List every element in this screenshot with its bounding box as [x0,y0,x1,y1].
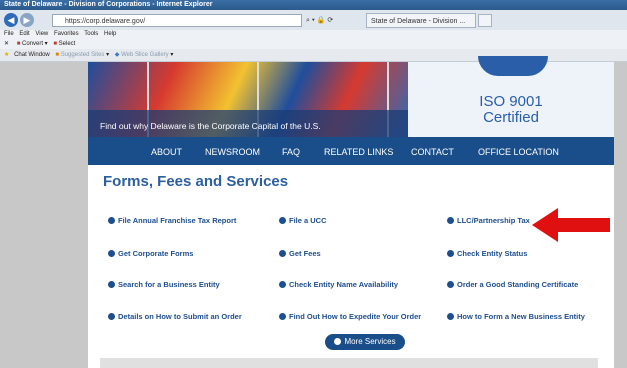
service-link-good-standing[interactable]: Order a Good Standing Certificate [447,280,578,289]
nav-contact[interactable]: CONTACT [411,147,454,157]
back-icon[interactable]: ◀ [4,13,18,27]
new-tab-button[interactable] [478,14,492,27]
menu-view[interactable]: View [35,31,48,37]
service-label: Find Out How to Expedite Your Order [289,312,422,321]
web-slice-icon: ◆ [114,52,120,58]
more-services-button[interactable]: More Services [325,334,405,350]
service-link-submit-order[interactable]: Details on How to Submit an Order [108,312,242,321]
service-label: Check Entity Status [457,249,528,258]
service-label: LLC/Partnership Tax [457,216,530,225]
select-button[interactable]: Select [59,41,76,47]
service-link-get-fees[interactable]: Get Fees [279,249,321,258]
service-label: Check Entity Name Availability [289,280,399,289]
service-link-file-ucc[interactable]: File a UCC [279,216,327,225]
arrow-circle-icon [447,217,454,224]
web-slice-gallery-link[interactable]: Web Slice Gallery [121,52,169,58]
menu-help[interactable]: Help [104,31,116,37]
service-label: Search for a Business Entity [118,280,220,289]
service-label: File Annual Franchise Tax Report [118,216,237,225]
service-label: File a UCC [289,216,327,225]
menu-edit[interactable]: Edit [19,31,29,37]
service-link-corporate-forms[interactable]: Get Corporate Forms [108,249,193,258]
convert-icon: ✕ [4,41,10,47]
command-bar: ✕ ■ Convert ▾ ■ Select [0,39,627,49]
browser-tab[interactable]: State of Delaware - Division ... [366,13,476,28]
footer-band [100,358,598,368]
arrow-circle-icon [279,313,286,320]
banner-caption[interactable]: Find out why Delaware is the Corporate C… [100,121,321,131]
service-label: Order a Good Standing Certificate [457,280,579,289]
arrow-circle-icon [108,313,115,320]
service-link-search-entity[interactable]: Search for a Business Entity [108,280,220,289]
favorites-star-icon: ★ [4,52,10,58]
menu-favorites[interactable]: Favorites [54,31,79,37]
chat-window-link[interactable]: Chat Window [14,52,50,58]
service-link-name-availability[interactable]: Check Entity Name Availability [279,280,398,289]
address-bar[interactable]: https://corp.delaware.gov/ [52,14,302,27]
iso-certified: Certified [483,109,539,126]
nav-office-location[interactable]: OFFICE LOCATION [478,147,559,157]
select-icon: ■ [53,41,57,47]
arrow-circle-icon [108,217,115,224]
nav-about[interactable]: ABOUT [151,147,182,157]
arrow-circle-icon [108,250,115,257]
arrow-circle-icon [279,217,286,224]
service-link-entity-status[interactable]: Check Entity Status [447,249,527,258]
convert-button[interactable]: Convert [22,41,43,47]
service-label: Details on How to Submit an Order [118,312,242,321]
red-arrow-annotation-icon [532,208,610,242]
service-link-expedite[interactable]: Find Out How to Expedite Your Order [279,312,421,321]
menu-bar: File Edit View Favorites Tools Help [0,30,627,39]
plus-circle-icon [334,338,342,345]
address-row: ◀ ▶ https://corp.delaware.gov/ ⌕ ▾ 🔒 ⟳ S… [0,10,627,30]
suggested-sites-icon: ■ [55,52,60,58]
forward-icon[interactable]: ▶ [20,13,34,27]
service-label: Get Fees [289,249,321,258]
pdf-icon: ■ [16,41,21,47]
iso-seal-icon [478,56,548,76]
menu-tools[interactable]: Tools [84,31,98,37]
nav-related-links[interactable]: RELATED LINKS [324,147,393,157]
page-title: Forms, Fees and Services [103,173,289,190]
arrow-circle-icon [279,281,286,288]
arrow-circle-icon [279,250,286,257]
service-link-llc-tax[interactable]: LLC/Partnership Tax [447,216,530,225]
menu-file[interactable]: File [4,31,14,37]
service-label: Get Corporate Forms [118,249,194,258]
window-title-bar: State of Delaware - Division of Corporat… [0,0,627,10]
suggested-sites-link[interactable]: Suggested Sites [61,52,105,58]
arrow-circle-icon [447,281,454,288]
arrow-circle-icon [108,281,115,288]
service-link-franchise-tax[interactable]: File Annual Franchise Tax Report [108,216,236,225]
nav-newsroom[interactable]: NEWSROOM [205,147,260,157]
service-link-form-entity[interactable]: How to Form a New Business Entity [447,312,585,321]
more-services-label: More Services [344,337,396,346]
arrow-circle-icon [447,313,454,320]
arrow-circle-icon [447,250,454,257]
service-label: How to Form a New Business Entity [457,312,585,321]
address-tools[interactable]: ⌕ ▾ 🔒 ⟳ [306,14,364,27]
nav-faq[interactable]: FAQ [282,147,300,157]
iso-title: ISO 9001 [479,93,543,110]
